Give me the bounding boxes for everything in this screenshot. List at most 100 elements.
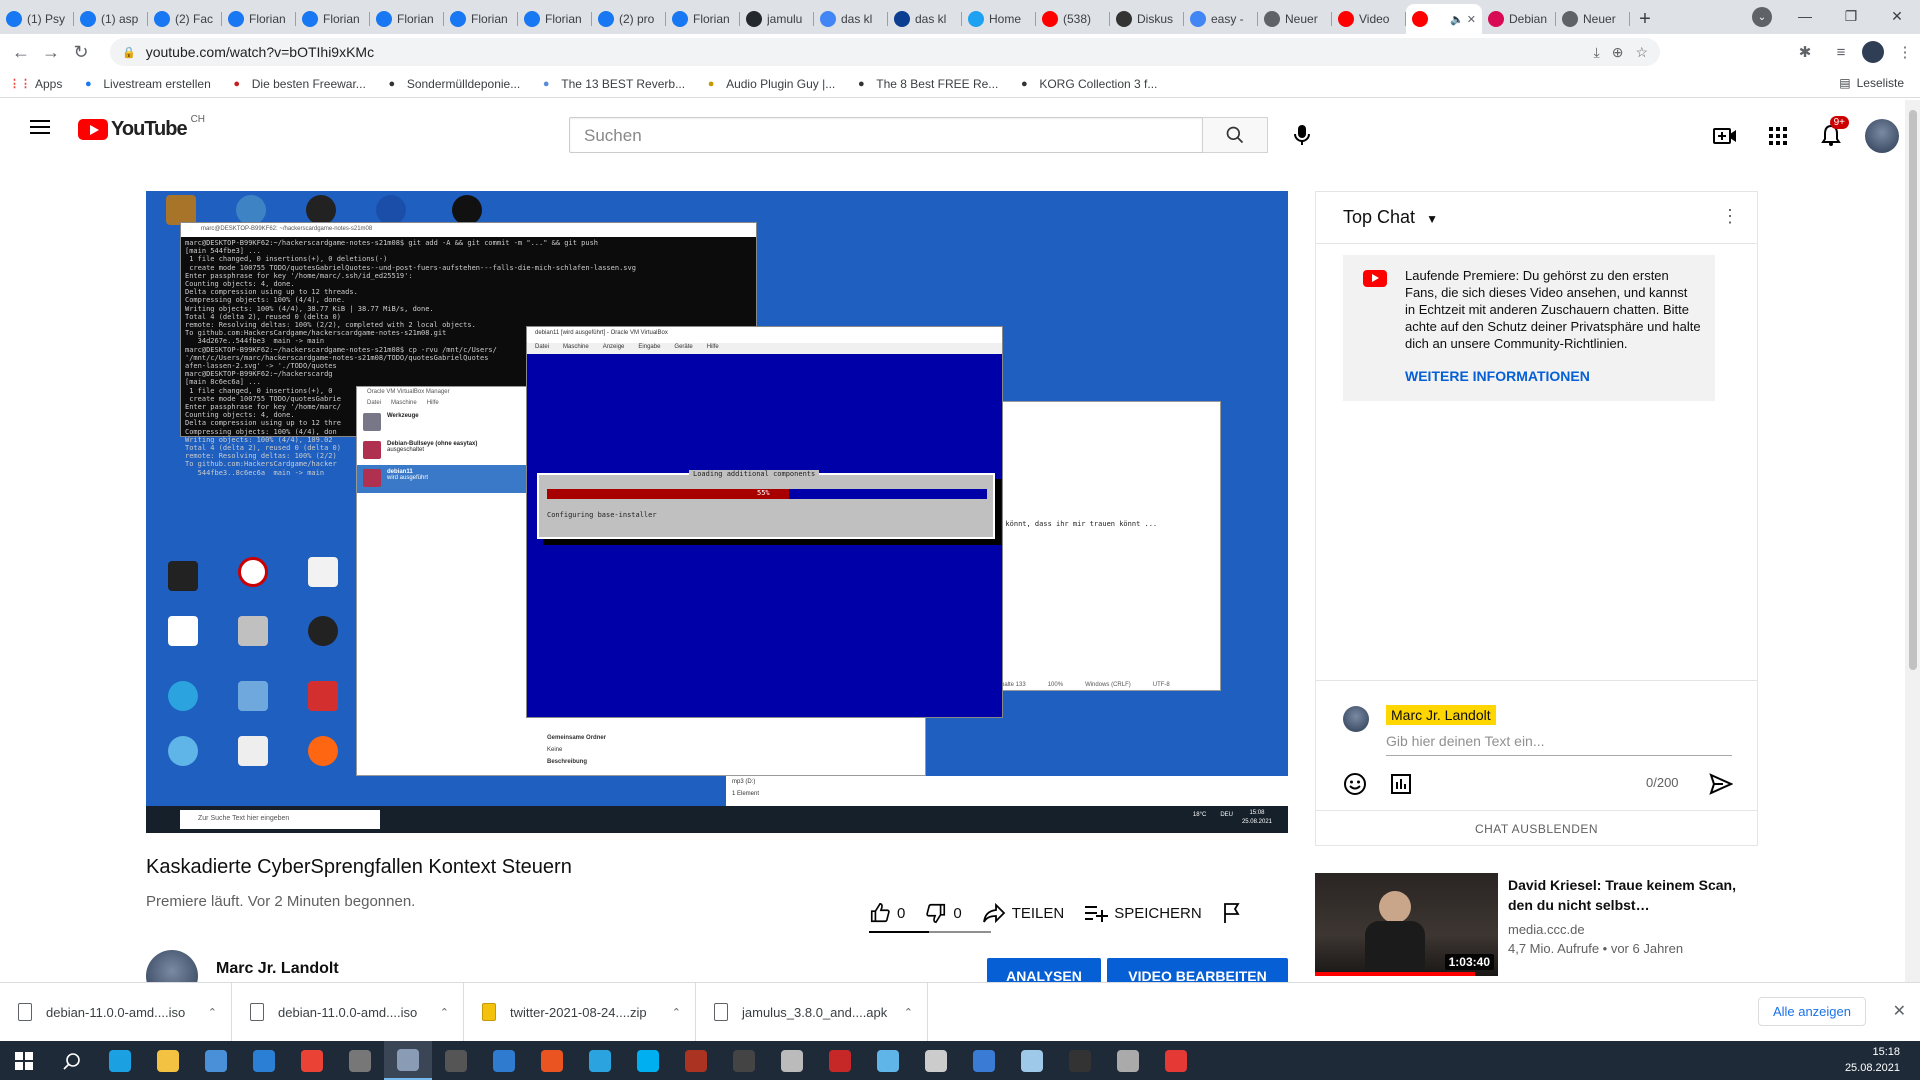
account-avatar[interactable]	[1865, 119, 1899, 153]
browser-tab[interactable]: das kl	[814, 4, 888, 34]
tab-search-icon[interactable]: ⌄	[1752, 7, 1772, 27]
download-item[interactable]: jamulus_3.8.0_and....apk ⌃	[696, 982, 928, 1042]
emoji-icon[interactable]	[1343, 772, 1367, 796]
recommended-title[interactable]: David Kriesel: Traue keinem Scan, den du…	[1508, 875, 1753, 915]
browser-tab[interactable]: Florian	[296, 4, 370, 34]
taskbar-app[interactable]	[384, 1041, 432, 1080]
download-item[interactable]: twitter-2021-08-24....zip ⌃	[464, 982, 696, 1042]
system-clock[interactable]: 15:18 25.08.2021	[1845, 1044, 1900, 1076]
taskbar-app[interactable]	[528, 1041, 576, 1080]
browser-tab[interactable]: Florian	[370, 4, 444, 34]
bookmark-star-icon[interactable]: ☆	[1635, 44, 1648, 61]
taskbar-app[interactable]	[1056, 1041, 1104, 1080]
browser-tab[interactable]: Florian	[444, 4, 518, 34]
windows-search-icon[interactable]	[48, 1041, 96, 1080]
download-item[interactable]: debian-11.0.0-amd....iso ⌃	[0, 982, 232, 1042]
browser-tab[interactable]: Neuer	[1556, 4, 1630, 34]
browser-tab[interactable]: Florian	[222, 4, 296, 34]
taskbar-app[interactable]	[960, 1041, 1008, 1080]
windows-start-icon[interactable]	[0, 1041, 48, 1080]
show-all-downloads-button[interactable]: Alle anzeigen	[1757, 997, 1866, 1026]
apps-grid-icon[interactable]	[1758, 116, 1798, 156]
bookmark-item[interactable]: ● The 8 Best FREE Re...	[853, 76, 998, 92]
browser-tab[interactable]: 🔈 ✕	[1406, 4, 1482, 34]
reload-icon[interactable]: ↻	[66, 37, 96, 67]
recommended-channel[interactable]: media.ccc.de	[1508, 922, 1585, 937]
browser-tab[interactable]: jamulu	[740, 4, 814, 34]
send-icon[interactable]	[1709, 773, 1733, 795]
page-scrollbar[interactable]	[1905, 100, 1920, 982]
chrome-menu-icon[interactable]: ⋮	[1890, 43, 1920, 61]
bookmark-item[interactable]: ● Livestream erstellen	[80, 76, 211, 92]
browser-tab[interactable]: Neuer	[1258, 4, 1332, 34]
guide-menu-icon[interactable]	[28, 116, 52, 140]
browser-tab[interactable]: (1) Psy	[0, 4, 74, 34]
more-info-link[interactable]: WEITERE INFORMATIONEN	[1405, 368, 1701, 385]
chat-mode-selector[interactable]: Top Chat ▼	[1343, 207, 1438, 228]
taskbar-app[interactable]	[912, 1041, 960, 1080]
close-icon[interactable]: ✕	[1893, 1001, 1906, 1021]
search-button[interactable]	[1202, 117, 1268, 153]
like-button[interactable]: 0	[869, 902, 905, 924]
youtube-logo[interactable]: YouTube CH	[78, 114, 205, 141]
browser-tab[interactable]: Florian	[518, 4, 592, 34]
taskbar-app[interactable]	[624, 1041, 672, 1080]
restore-icon[interactable]: ❐	[1828, 0, 1874, 32]
install-app-icon[interactable]: ⤓	[1594, 44, 1600, 61]
taskbar-app[interactable]	[432, 1041, 480, 1080]
zoom-icon[interactable]: ⊕	[1612, 44, 1624, 61]
new-tab-button[interactable]: +	[1630, 4, 1660, 34]
taskbar-app[interactable]	[480, 1041, 528, 1080]
taskbar-app[interactable]	[288, 1041, 336, 1080]
chat-more-icon[interactable]: ⋮	[1721, 206, 1739, 227]
video-player[interactable]: marc@DESKTOP-B99KF62: ~/hackerscardgame-…	[146, 191, 1288, 833]
close-window-icon[interactable]: ✕	[1874, 0, 1920, 32]
browser-tab[interactable]: Florian	[666, 4, 740, 34]
browser-tab[interactable]: das kl	[888, 4, 962, 34]
taskbar-app[interactable]	[192, 1041, 240, 1080]
browser-tab[interactable]: Debian	[1482, 4, 1556, 34]
channel-name[interactable]: Marc Jr. Landolt	[216, 960, 339, 978]
taskbar-app[interactable]	[672, 1041, 720, 1080]
address-bar[interactable]: 🔒 youtube.com/watch?v=bOTIhi9xKMc ⤓ ⊕ ☆	[110, 38, 1660, 66]
bookmark-item[interactable]: ● Audio Plugin Guy |...	[703, 76, 836, 92]
chevron-up-icon[interactable]: ⌃	[208, 1006, 217, 1019]
browser-tab[interactable]: (2) Fac	[148, 4, 222, 34]
save-button[interactable]: SPEICHERN	[1084, 903, 1202, 923]
browser-tab[interactable]: Video	[1332, 4, 1406, 34]
minimize-icon[interactable]: —	[1782, 0, 1828, 32]
taskbar-app[interactable]	[144, 1041, 192, 1080]
chat-message-input[interactable]: Gib hier deinen Text ein...	[1386, 733, 1732, 756]
chevron-up-icon[interactable]: ⌃	[672, 1006, 681, 1019]
search-input[interactable]: Suchen	[569, 117, 1203, 153]
tab-audio-icon[interactable]: 🔈	[1450, 13, 1464, 26]
hide-chat-button[interactable]: CHAT AUSBLENDEN	[1316, 810, 1757, 846]
taskbar-app[interactable]	[1104, 1041, 1152, 1080]
chevron-up-icon[interactable]: ⌃	[904, 1006, 913, 1019]
extensions-icon[interactable]: ✱	[1790, 43, 1820, 61]
taskbar-app[interactable]	[864, 1041, 912, 1080]
taskbar-app[interactable]	[768, 1041, 816, 1080]
lock-icon[interactable]: 🔒	[122, 46, 136, 59]
taskbar-app[interactable]	[336, 1041, 384, 1080]
media-controls-icon[interactable]: ≡	[1826, 44, 1856, 61]
taskbar-app[interactable]	[1008, 1041, 1056, 1080]
back-icon[interactable]: ←	[6, 37, 36, 67]
forward-icon[interactable]: →	[36, 37, 66, 67]
bookmark-item[interactable]: ● Sondermülldeponie...	[384, 76, 520, 92]
browser-tab[interactable]: (538)	[1036, 4, 1110, 34]
browser-tab[interactable]: (2) pro	[592, 4, 666, 34]
browser-tab[interactable]: easy -	[1184, 4, 1258, 34]
taskbar-app[interactable]	[816, 1041, 864, 1080]
chevron-up-icon[interactable]: ⌃	[440, 1006, 449, 1019]
share-button[interactable]: TEILEN	[982, 902, 1064, 924]
taskbar-app[interactable]	[1152, 1041, 1200, 1080]
browser-tab[interactable]: Diskus	[1110, 4, 1184, 34]
dislike-button[interactable]: 0	[925, 902, 962, 924]
poll-icon[interactable]	[1389, 772, 1413, 796]
report-button[interactable]	[1222, 902, 1248, 924]
browser-tab[interactable]: (1) asp	[74, 4, 148, 34]
recommended-thumbnail[interactable]: 1:03:40	[1315, 873, 1498, 976]
create-video-icon[interactable]	[1705, 116, 1745, 156]
bookmark-item[interactable]: ● The 13 BEST Reverb...	[538, 76, 685, 92]
